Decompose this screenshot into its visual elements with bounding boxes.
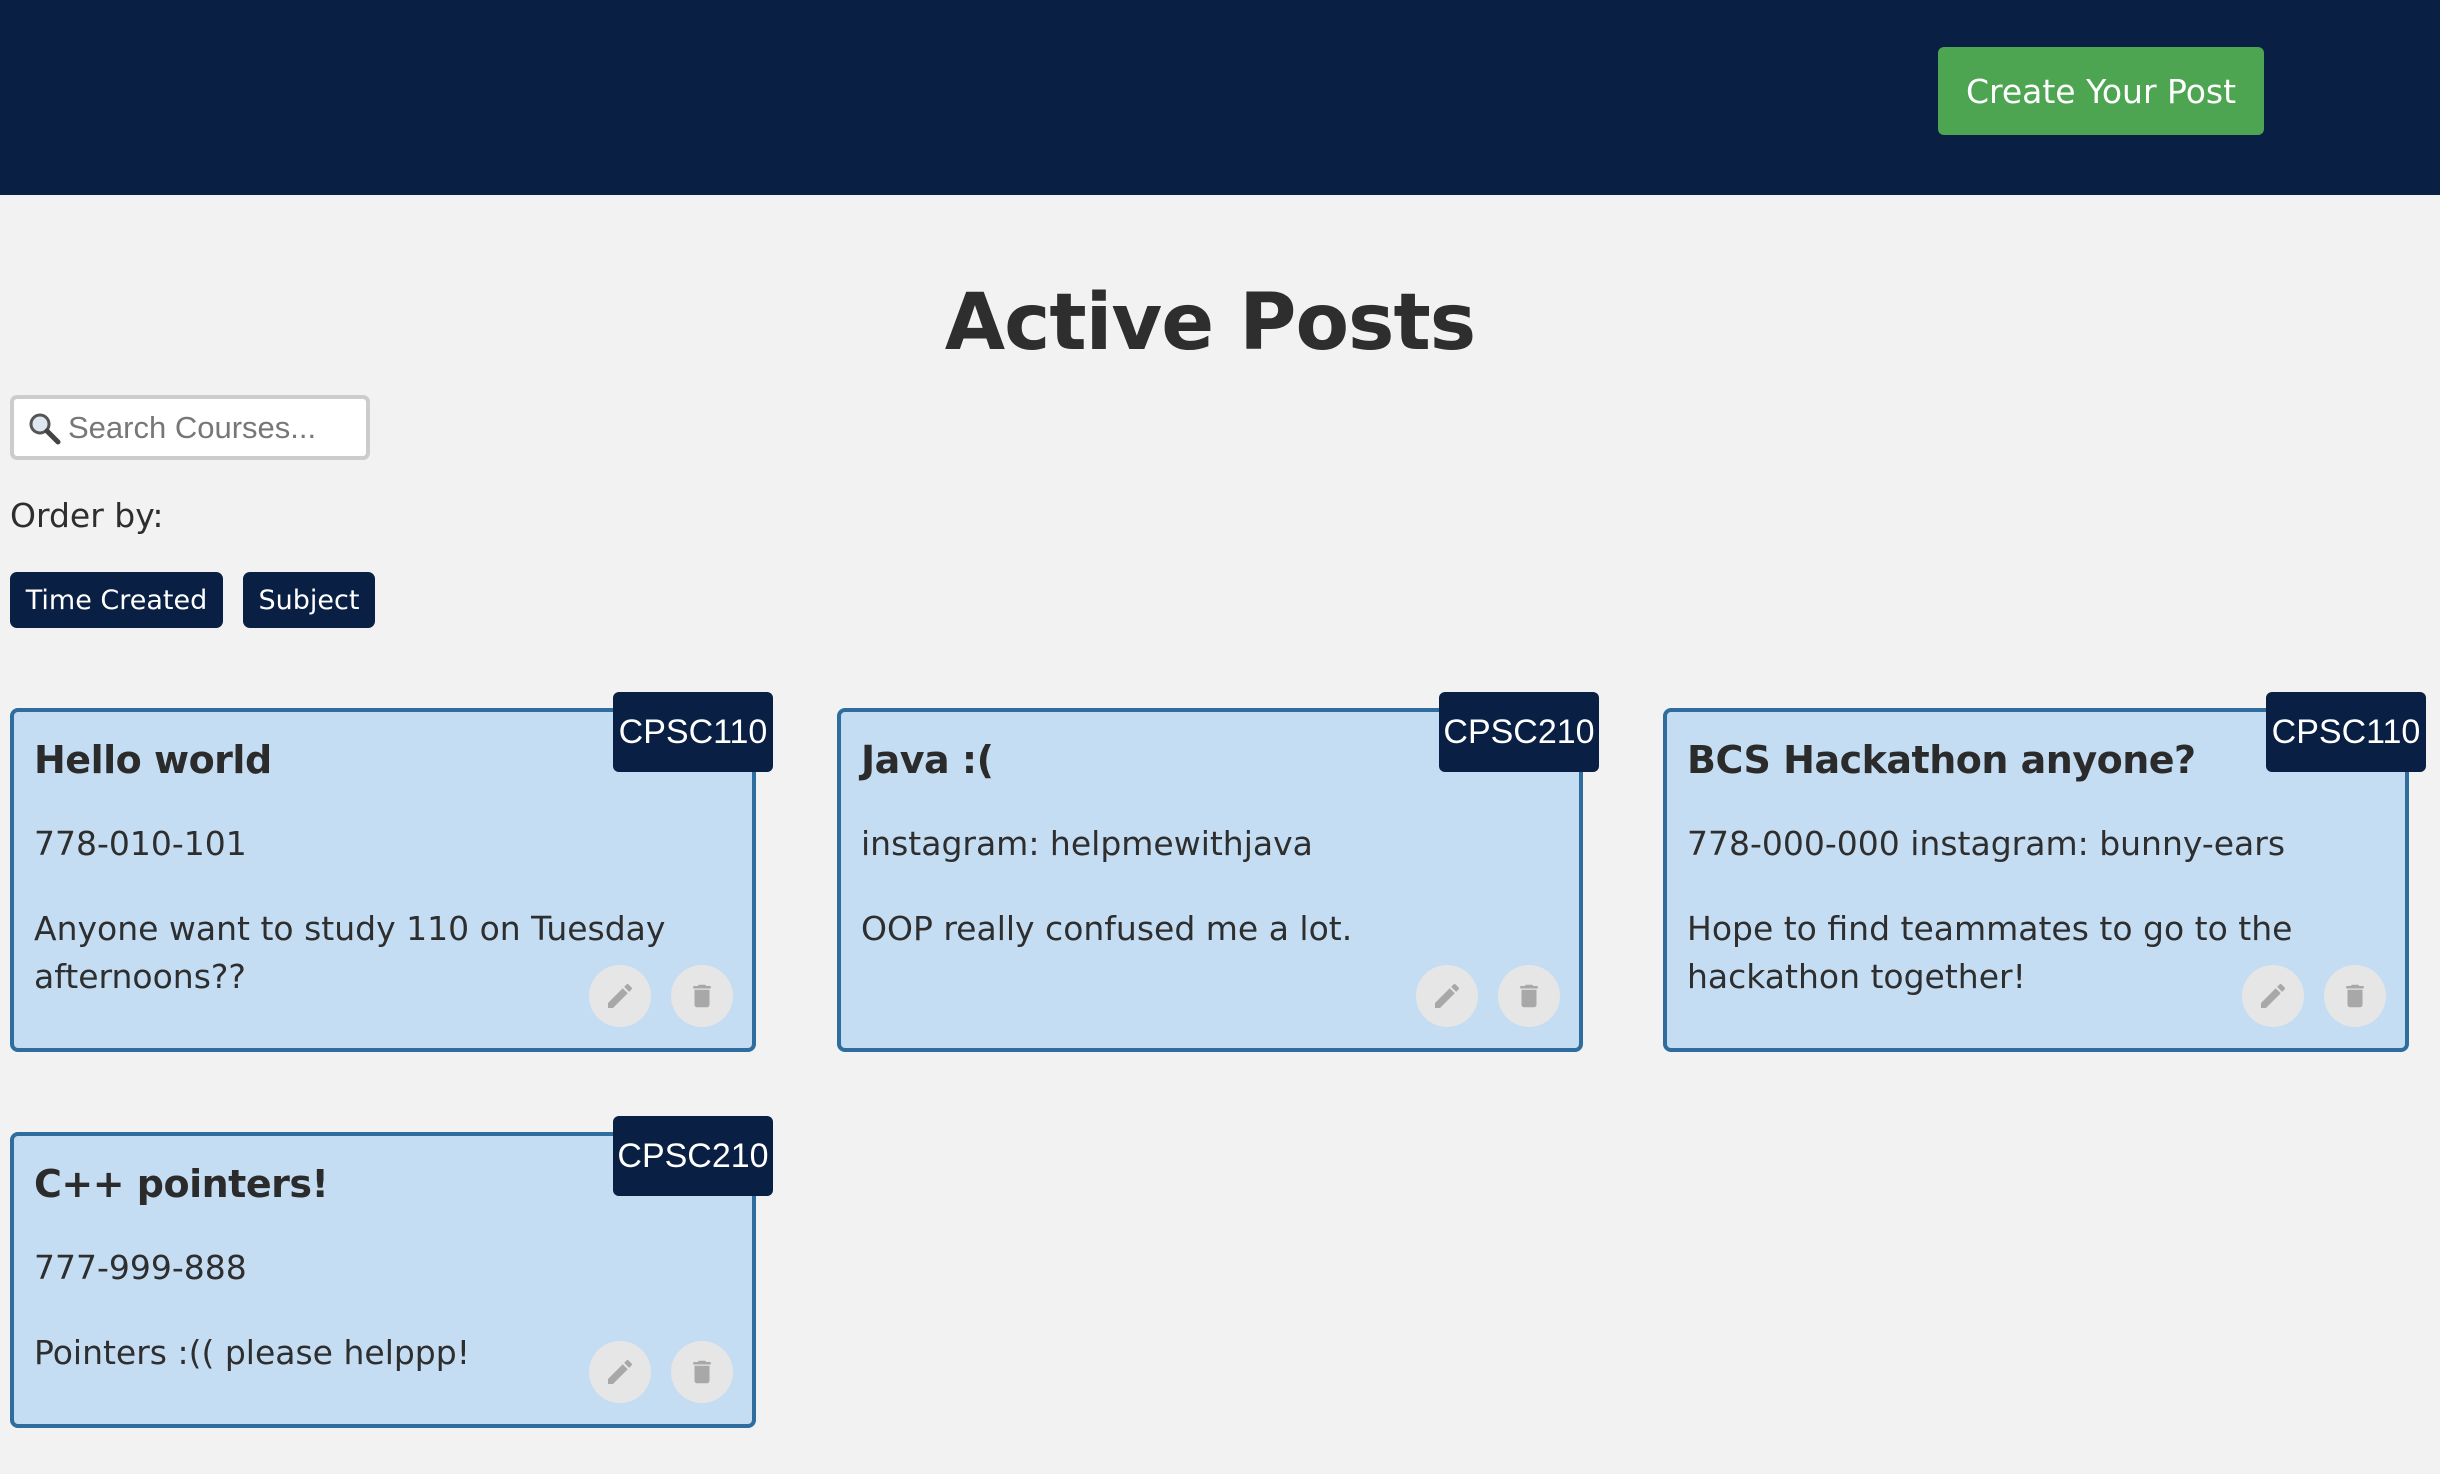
- trash-icon: [1520, 984, 1538, 1008]
- order-by-label: Order by:: [10, 496, 164, 535]
- course-tag: CPSC210: [1439, 692, 1599, 772]
- post-body: Pointers :(( please helppp!: [34, 1333, 470, 1372]
- course-tag: CPSC210: [613, 1116, 773, 1196]
- post-contact: 777-999-888: [34, 1248, 247, 1287]
- edit-post-button[interactable]: [1416, 965, 1478, 1027]
- edit-post-button[interactable]: [589, 965, 651, 1027]
- search-box[interactable]: [10, 395, 370, 460]
- post-title: BCS Hackathon anyone?: [1687, 738, 2196, 782]
- trash-icon: [2346, 984, 2364, 1008]
- search-icon: [26, 410, 62, 446]
- edit-post-button[interactable]: [589, 1341, 651, 1403]
- course-tag: CPSC110: [2266, 692, 2426, 772]
- course-tag: CPSC110: [613, 692, 773, 772]
- sort-subject-button[interactable]: Subject: [243, 572, 375, 628]
- trash-icon: [693, 1360, 711, 1384]
- pencil-icon: [1435, 983, 1460, 1008]
- post-body: OOP really confused me a lot.: [861, 909, 1353, 948]
- post-title: C++ pointers!: [34, 1162, 329, 1206]
- post-title: Hello world: [34, 738, 272, 782]
- trash-icon: [693, 984, 711, 1008]
- sort-time-created-button[interactable]: Time Created: [10, 572, 223, 628]
- page-title: Active Posts: [944, 278, 1476, 368]
- post-contact: 778-000-000 instagram: bunny-ears: [1687, 824, 2286, 863]
- post-body: Hope to find teammates to go to the hack…: [1687, 909, 2293, 996]
- pencil-icon: [2261, 983, 2286, 1008]
- top-header: Create Your Post: [0, 0, 2440, 195]
- delete-post-button[interactable]: [671, 1341, 733, 1403]
- post-contact: 778-010-101: [34, 824, 247, 863]
- delete-post-button[interactable]: [671, 965, 733, 1027]
- post-body: Anyone want to study 110 on Tuesday afte…: [34, 909, 666, 996]
- pencil-icon: [608, 1359, 633, 1384]
- edit-post-button[interactable]: [2242, 965, 2304, 1027]
- delete-post-button[interactable]: [2324, 965, 2386, 1027]
- post-contact: instagram: helpmewithjava: [861, 824, 1313, 863]
- pencil-icon: [608, 983, 633, 1008]
- create-post-button[interactable]: Create Your Post: [1938, 47, 2264, 135]
- delete-post-button[interactable]: [1498, 965, 1560, 1027]
- search-input[interactable]: [68, 409, 358, 446]
- post-title: Java :(: [861, 738, 994, 782]
